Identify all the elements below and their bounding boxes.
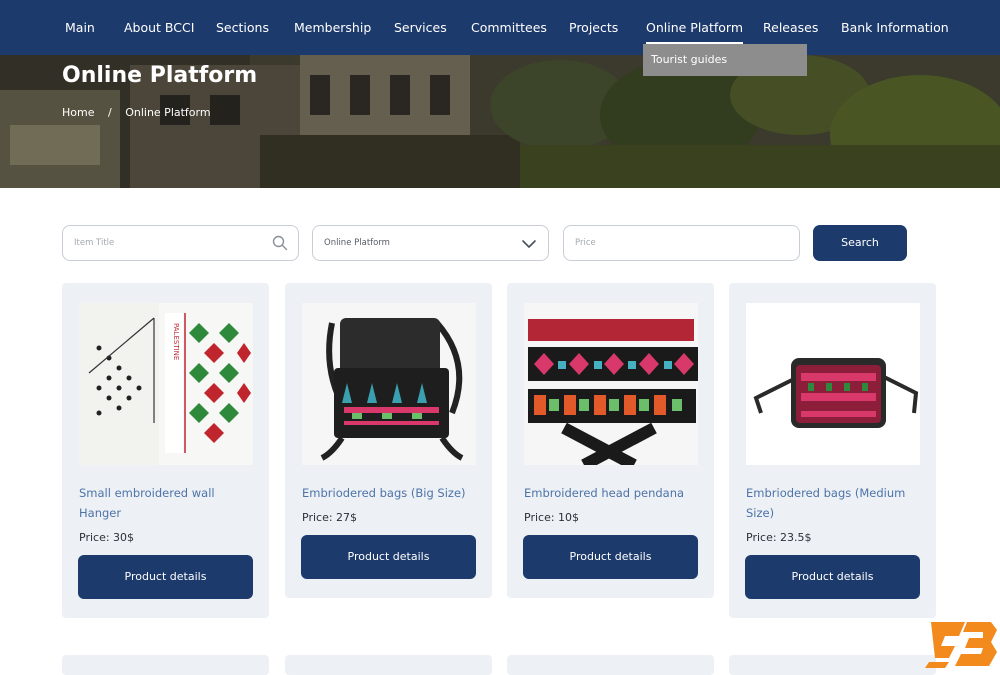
page-title: Online Platform — [62, 63, 258, 88]
product-card: PALESTINE Small embroidered wall Hanger … — [62, 283, 269, 618]
nav-item-sections[interactable]: Sections — [216, 0, 269, 55]
product-card: Embroidered head pendana Price: 10$ Prod… — [507, 283, 714, 598]
product-title[interactable]: Small embroidered wall Hanger — [79, 483, 257, 523]
product-image[interactable] — [746, 303, 920, 465]
category-select[interactable]: Online Platform — [312, 225, 549, 261]
palestine-embroidery-text: PALESTINE — [172, 323, 180, 360]
product-card: Embriodered bags (Big Size) Price: 27$ P… — [285, 283, 492, 598]
medium-bag-image — [746, 303, 920, 465]
watermark-logo-icon — [925, 622, 997, 668]
chevron-down-icon — [522, 240, 536, 248]
product-card-next-row — [285, 655, 492, 675]
product-title[interactable]: Embroidered head pendana — [524, 483, 702, 503]
product-card: Embriodered bags (Medium Size) Price: 23… — [729, 283, 936, 618]
product-price: Price: 30$ — [79, 531, 135, 544]
product-card-next-row — [62, 655, 269, 675]
hero-banner: Online Platform Home / Online Platform — [0, 55, 1000, 188]
product-price: Price: 10$ — [524, 511, 580, 524]
item-title-input[interactable]: Item Title — [62, 225, 299, 261]
wall-hanger-image: PALESTINE — [79, 303, 253, 465]
product-price: Price: 23.5$ — [746, 531, 812, 544]
product-image[interactable] — [302, 303, 476, 465]
top-navigation: Main About BCCI Sections Membership Serv… — [0, 0, 1000, 55]
product-image[interactable]: PALESTINE — [79, 303, 253, 465]
search-button[interactable]: Search — [813, 225, 907, 261]
nav-item-bank-information[interactable]: Bank Information — [841, 0, 949, 55]
price-input[interactable]: Price — [563, 225, 800, 261]
breadcrumb-home[interactable]: Home — [62, 106, 94, 119]
nav-item-main[interactable]: Main — [65, 0, 95, 55]
breadcrumb-separator: / — [107, 106, 112, 119]
product-details-button[interactable]: Product details — [301, 535, 476, 579]
category-select-value: Online Platform — [324, 238, 390, 248]
big-bag-image — [302, 303, 476, 465]
nav-item-committees[interactable]: Committees — [471, 0, 547, 55]
product-details-button[interactable]: Product details — [745, 555, 920, 599]
breadcrumb: Home / Online Platform — [62, 106, 221, 119]
nav-item-about[interactable]: About BCCI — [124, 0, 194, 55]
nav-item-projects[interactable]: Projects — [569, 0, 618, 55]
product-details-button[interactable]: Product details — [523, 535, 698, 579]
product-title[interactable]: Embriodered bags (Big Size) — [302, 483, 480, 503]
breadcrumb-current: Online Platform — [125, 106, 211, 119]
nav-item-membership[interactable]: Membership — [294, 0, 371, 55]
product-image[interactable] — [524, 303, 698, 465]
product-card-next-row — [507, 655, 714, 675]
product-details-button[interactable]: Product details — [78, 555, 253, 599]
search-icon — [272, 235, 288, 251]
product-title[interactable]: Embriodered bags (Medium Size) — [746, 483, 924, 523]
online-platform-dropdown: Tourist guides — [643, 44, 807, 76]
nav-item-services[interactable]: Services — [394, 0, 447, 55]
dropdown-item-tourist-guides[interactable]: Tourist guides — [651, 44, 727, 76]
price-placeholder: Price — [575, 238, 596, 248]
head-pendana-image — [524, 303, 698, 465]
item-title-placeholder: Item Title — [74, 238, 115, 248]
product-card-next-row — [729, 655, 936, 675]
product-price: Price: 27$ — [302, 511, 358, 524]
